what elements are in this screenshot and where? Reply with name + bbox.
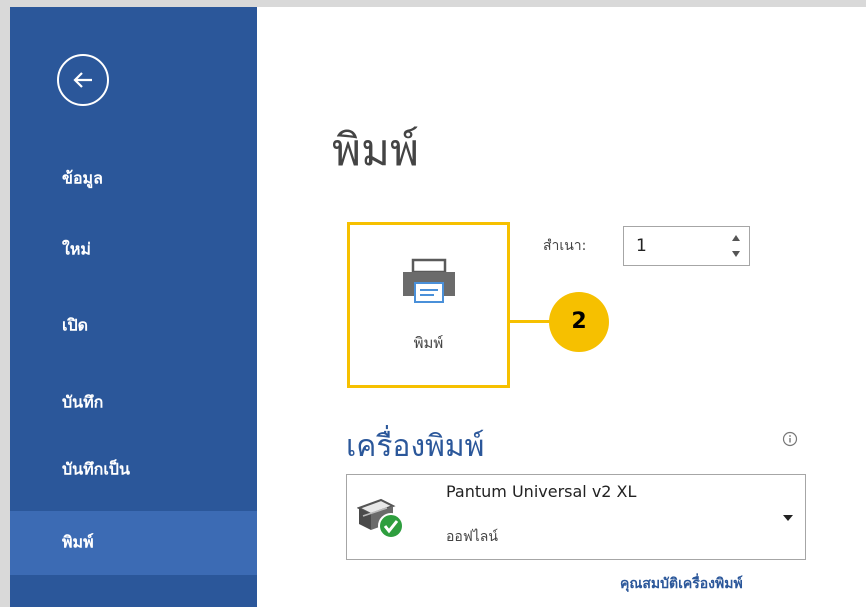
step-callout-badge: 2: [549, 292, 609, 352]
sidebar-item-print[interactable]: พิมพ์: [10, 511, 257, 575]
sidebar-item-label: พิมพ์: [62, 532, 94, 552]
step-callout-number: 2: [571, 309, 587, 334]
print-button-label: พิมพ์: [413, 334, 444, 352]
spinner-up-icon[interactable]: [729, 232, 743, 244]
arrow-left-circle-icon: [73, 72, 92, 88]
sidebar-item-new[interactable]: ใหม่: [10, 221, 257, 279]
sidebar-item-info[interactable]: ข้อมูล: [10, 150, 257, 208]
print-pane: พิมพ์ พิมพ์ สำเนา: 1 2 เครื่องพิมพ์ Pant…: [257, 7, 866, 607]
copies-input[interactable]: 1: [623, 226, 750, 266]
sidebar-item-save-as[interactable]: บันทึกเป็น: [10, 441, 257, 499]
back-button[interactable]: [57, 54, 109, 106]
copies-value: 1: [636, 236, 647, 256]
copies-label: สำเนา:: [543, 238, 587, 254]
printer-select[interactable]: Pantum Universal v2 XL ออฟไลน์: [346, 474, 806, 560]
print-button[interactable]: พิมพ์: [347, 222, 510, 388]
sidebar-item-label: บันทึกเป็น: [62, 459, 130, 479]
window-top-edge: [0, 0, 866, 7]
printer-heading: เครื่องพิมพ์: [346, 429, 485, 464]
spinner-down-icon[interactable]: [729, 248, 743, 260]
printer-name: Pantum Universal v2 XL: [446, 482, 637, 501]
printer-properties-link[interactable]: คุณสมบัติเครื่องพิมพ์: [620, 573, 743, 595]
sidebar-item-label: ใหม่: [62, 239, 91, 259]
sidebar-item-label: บันทึก: [62, 392, 104, 412]
info-icon[interactable]: [782, 431, 798, 447]
window-left-edge: [0, 0, 10, 607]
printer-status: ออฟไลน์: [446, 529, 498, 545]
page-title: พิมพ์: [332, 125, 420, 176]
printer-icon: [403, 258, 455, 303]
printer-ready-icon: [357, 498, 404, 539]
sidebar-item-open[interactable]: เปิด: [10, 297, 257, 355]
sidebar-item-label: ข้อมูล: [62, 168, 103, 188]
backstage-sidebar: ข้อมูล ใหม่ เปิด บันทึก บันทึกเป็น พิมพ์: [10, 7, 257, 607]
chevron-down-icon: [783, 515, 793, 521]
sidebar-item-save[interactable]: บันทึก: [10, 374, 257, 432]
callout-connector: [510, 320, 551, 323]
sidebar-item-label: เปิด: [62, 315, 89, 335]
